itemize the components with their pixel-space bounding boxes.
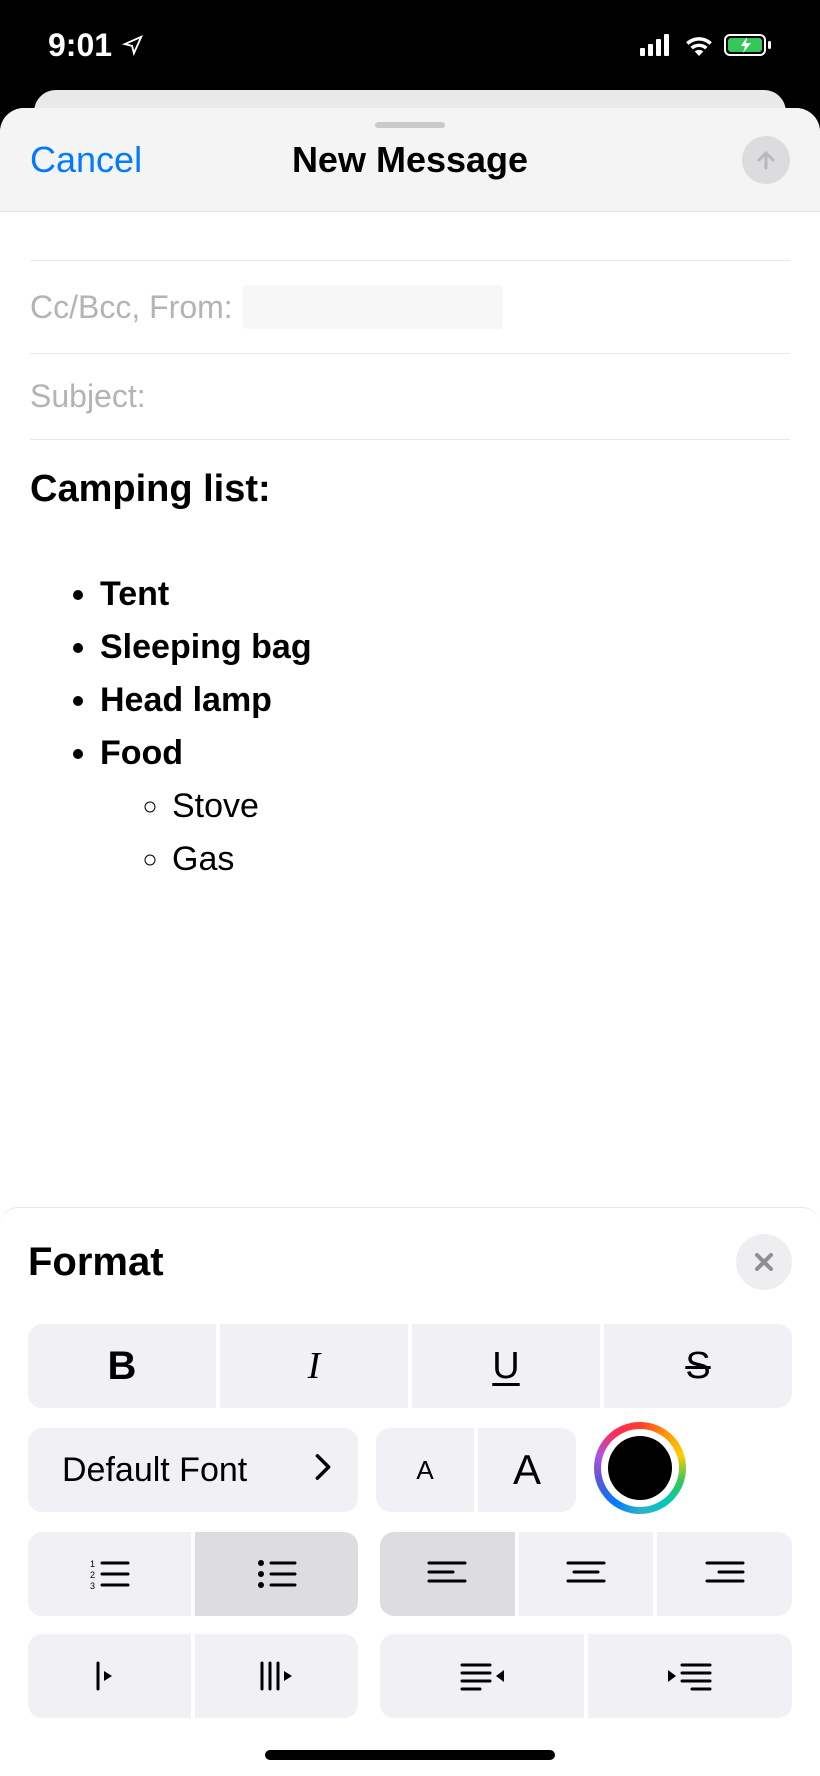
battery-charging-icon <box>724 34 772 56</box>
list-item: Stove <box>172 783 790 830</box>
underline-label: U <box>492 1345 519 1388</box>
ccbcc-from-label: Cc/Bcc, From: <box>30 289 233 326</box>
subject-field[interactable]: Subject: <box>30 354 790 440</box>
italic-label: I <box>308 1344 321 1388</box>
align-left-button[interactable] <box>380 1532 515 1616</box>
bold-button[interactable]: B <box>28 1324 216 1408</box>
cellular-icon <box>640 34 674 56</box>
format-title: Format <box>28 1240 164 1285</box>
format-panel: Format B I U S Default Font A A <box>0 1207 820 1776</box>
font-name-label: Default Font <box>62 1451 247 1490</box>
body-heading: Camping list: <box>30 468 790 511</box>
align-center-button[interactable] <box>519 1532 654 1616</box>
italic-button[interactable]: I <box>220 1324 408 1408</box>
increase-indent-button[interactable] <box>588 1634 792 1718</box>
arrow-up-icon <box>754 148 778 172</box>
ltr-direction-button[interactable] <box>28 1634 191 1718</box>
list-item: Tent <box>100 571 790 618</box>
message-body[interactable]: Camping list: Tent Sleeping bag Head lam… <box>0 440 820 918</box>
large-a-label: A <box>513 1446 541 1494</box>
font-row: Default Font A A <box>28 1426 792 1514</box>
sheet-grabber[interactable] <box>375 122 445 128</box>
font-picker-button[interactable]: Default Font <box>28 1428 358 1512</box>
rtl-icon <box>256 1659 298 1693</box>
compose-sheet: Cancel New Message Cc/Bcc, From: Subject… <box>0 108 820 1776</box>
wifi-icon <box>684 34 714 56</box>
align-left-icon <box>427 1559 467 1589</box>
text-color-button[interactable] <box>594 1422 686 1514</box>
list-align-row: 123 <box>28 1532 792 1616</box>
align-center-icon <box>566 1559 606 1589</box>
body-spacer <box>0 918 820 1209</box>
list-item: Head lamp <box>100 677 790 724</box>
bold-label: B <box>108 1344 137 1389</box>
cancel-button[interactable]: Cancel <box>30 139 142 181</box>
chevron-right-icon <box>314 1451 332 1490</box>
close-format-button[interactable] <box>736 1234 792 1290</box>
increase-font-size-button[interactable]: A <box>478 1428 576 1512</box>
list-item-label: Food <box>100 734 183 772</box>
status-indicators <box>640 34 772 56</box>
svg-text:2: 2 <box>90 1570 95 1580</box>
from-address-redacted <box>243 285 503 329</box>
strikethrough-button[interactable]: S <box>604 1324 792 1408</box>
send-button[interactable] <box>742 136 790 184</box>
bullet-list-button[interactable] <box>195 1532 358 1616</box>
small-a-label: A <box>416 1455 433 1486</box>
align-right-button[interactable] <box>657 1532 792 1616</box>
location-icon <box>122 34 144 56</box>
list-item: Gas <box>172 836 790 883</box>
ltr-icon <box>92 1659 128 1693</box>
align-right-icon <box>705 1559 745 1589</box>
subject-label: Subject: <box>30 378 146 415</box>
underline-button[interactable]: U <box>412 1324 600 1408</box>
numbered-list-button[interactable]: 123 <box>28 1532 191 1616</box>
increase-indent-icon <box>666 1660 714 1692</box>
home-indicator[interactable] <box>265 1750 555 1760</box>
close-icon <box>752 1250 776 1274</box>
rtl-direction-button[interactable] <box>195 1634 358 1718</box>
status-time: 9:01 <box>48 27 144 64</box>
strike-label: S <box>685 1345 710 1388</box>
sub-bullet-list: Stove Gas <box>100 783 790 883</box>
indent-row <box>28 1634 792 1718</box>
text-style-row: B I U S <box>28 1324 792 1408</box>
color-wheel-icon <box>594 1422 686 1514</box>
list-item: Sleeping bag <box>100 624 790 671</box>
svg-text:3: 3 <box>90 1581 95 1591</box>
bullet-list-icon <box>255 1557 299 1591</box>
ccbcc-from-field[interactable]: Cc/Bcc, From: <box>30 261 790 354</box>
header-fields: Cc/Bcc, From: Subject: <box>0 212 820 440</box>
status-bar: 9:01 <box>0 0 820 90</box>
decrease-indent-icon <box>458 1660 506 1692</box>
to-field[interactable] <box>30 212 790 261</box>
decrease-font-size-button[interactable]: A <box>376 1428 474 1512</box>
numbered-list-icon: 123 <box>88 1556 132 1592</box>
sheet-header: Cancel New Message <box>0 108 820 212</box>
decrease-indent-button[interactable] <box>380 1634 584 1718</box>
svg-text:1: 1 <box>90 1559 95 1569</box>
bullet-list: Tent Sleeping bag Head lamp Food Stove G… <box>30 571 790 882</box>
list-item: Food Stove Gas <box>100 730 790 883</box>
status-time-text: 9:01 <box>48 27 112 64</box>
